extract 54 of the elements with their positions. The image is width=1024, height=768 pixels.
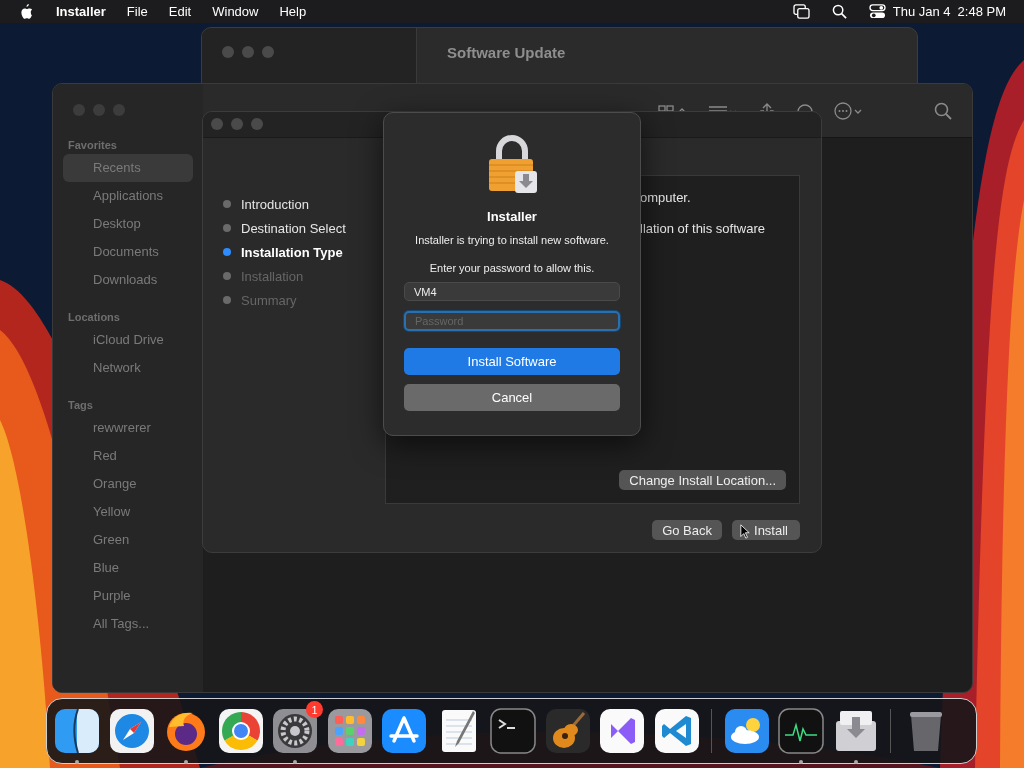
sidebar-item[interactable]: Recents (63, 154, 193, 182)
sidebar-heading: Locations (67, 310, 121, 325)
change-location-button[interactable]: Change Install Location... (619, 470, 786, 490)
sidebar-heading: Tags (67, 398, 94, 413)
dialog-prompt: Enter your password to allow this. (429, 262, 595, 274)
sidebar-item[interactable]: Yellow (53, 498, 203, 526)
sidebar-item[interactable]: rewwrerer (53, 414, 203, 442)
menu-item[interactable]: Window (212, 4, 259, 19)
pulse-graph-icon[interactable] (777, 707, 825, 765)
sidebar-item[interactable]: Network (53, 354, 203, 382)
step-label: Introduction (241, 196, 309, 212)
dialog-message: Installer is trying to install new software. (415, 234, 609, 246)
sidebar-item[interactable]: All Tags... (53, 610, 203, 638)
menu-bar-date[interactable]: Thu Jan 4 (892, 4, 951, 19)
sidebar-item[interactable]: Red (53, 442, 203, 470)
menu-bar-time[interactable]: 2:48 PM (957, 4, 1006, 19)
mouse-pointer-icon (740, 524, 750, 539)
screen-mirroring-icon[interactable] (792, 4, 810, 19)
menu-item[interactable]: File (126, 4, 148, 19)
body-text: llation of this software (640, 221, 766, 236)
step-label: Installation (241, 268, 304, 284)
control-center-icon[interactable] (868, 4, 886, 19)
install-software-button[interactable]: Install Software (404, 348, 620, 375)
body-text: omputer. (640, 190, 692, 205)
app-menu[interactable]: Installer (56, 4, 106, 19)
sidebar-item[interactable]: Blue (53, 554, 203, 582)
menu-item[interactable]: Help (279, 4, 307, 19)
step-label: Installation Type (241, 244, 343, 260)
sidebar-item[interactable]: Documents (53, 238, 203, 266)
sidebar-item[interactable]: Downloads (53, 266, 203, 294)
cancel-button[interactable]: Cancel (404, 384, 620, 411)
dialog-title: Installer (487, 209, 537, 224)
notification-badge: 1 (306, 701, 323, 718)
tag-icon[interactable] (796, 103, 814, 111)
sidebar-item[interactable]: Desktop (53, 210, 203, 238)
username-field[interactable]: VM4 (404, 282, 620, 301)
window-title: Software Update (447, 44, 566, 61)
install-button[interactable]: Install (732, 520, 800, 540)
sidebar-item[interactable]: Purple (53, 582, 203, 610)
step-label: Summary (241, 292, 297, 308)
sidebar-item[interactable]: Green (53, 526, 203, 554)
go-back-button[interactable]: Go Back (652, 520, 722, 540)
sidebar-item[interactable]: Applications (53, 182, 203, 210)
apple-icon[interactable] (20, 4, 33, 19)
more-icon[interactable] (834, 101, 864, 120)
sidebar-heading: Favorites (67, 138, 118, 153)
step-label: Destination Select (241, 220, 346, 236)
sidebar-item[interactable]: iCloud Drive (53, 326, 203, 354)
menu-item[interactable]: Edit (168, 4, 192, 19)
share-icon[interactable] (758, 103, 776, 111)
sidebar-item[interactable]: Orange (53, 470, 203, 498)
search-icon[interactable] (830, 4, 848, 19)
two-tone-tile-icon[interactable] (53, 707, 101, 765)
gear-icon[interactable] (271, 707, 319, 765)
